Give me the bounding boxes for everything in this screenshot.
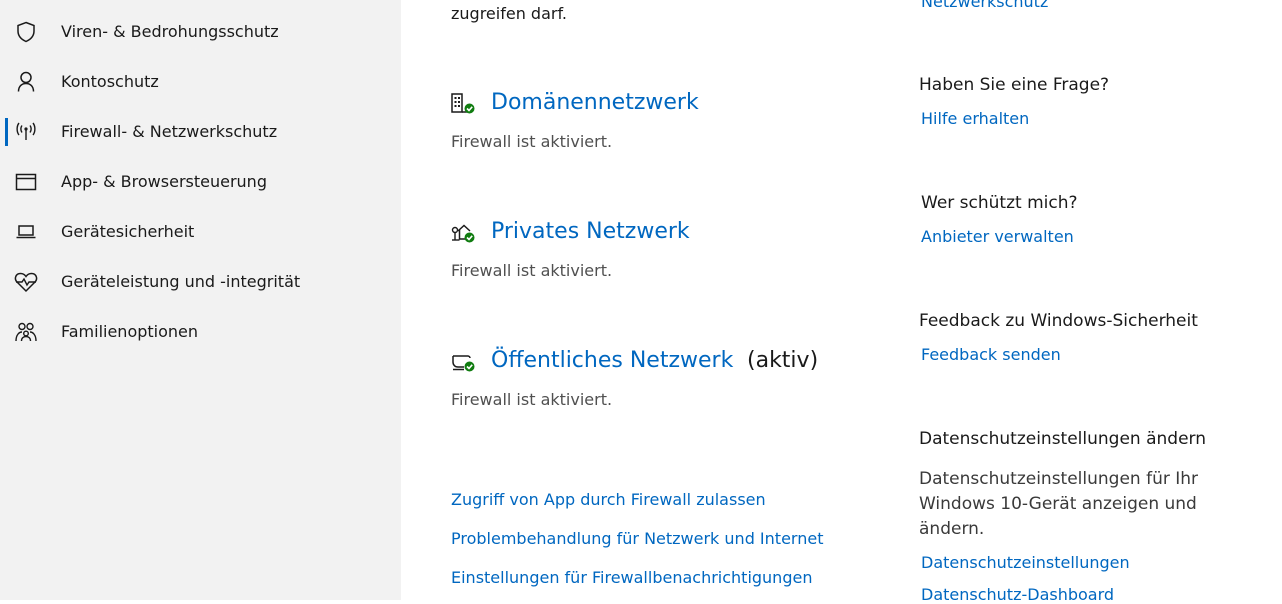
feedback-heading: Feedback zu Windows-Sicherheit — [919, 311, 1198, 331]
privacy-description: Datenschutzeinstellungen für Ihr Windows… — [919, 469, 1199, 539]
sidebar: Viren- & Bedrohungsschutz Kontoschutz Fi… — [0, 0, 401, 600]
laptop-icon — [14, 220, 38, 244]
main-content: zugreifen darf. Domänennetzwerk Firewall… — [401, 0, 1282, 604]
firewall-notification-settings-link[interactable]: Einstellungen für Firewallbenachrichtigu… — [451, 568, 812, 587]
wireless-icon — [14, 120, 38, 144]
sidebar-item-account-protection[interactable]: Kontoschutz — [0, 62, 401, 102]
sidebar-item-label: Familienoptionen — [61, 322, 199, 341]
network-protection-link[interactable]: Netzwerkschutz — [921, 0, 1048, 11]
question-heading: Haben Sie eine Frage? — [919, 75, 1110, 95]
browser-window-icon — [14, 170, 38, 194]
who-protects-heading: Wer schützt mich? — [921, 193, 1078, 213]
public-network-icon — [450, 349, 476, 375]
get-help-link[interactable]: Hilfe erhalten — [921, 109, 1029, 128]
sidebar-item-label: Firewall- & Netzwerkschutz — [61, 122, 278, 141]
sidebar-item-label: Geräteleistung und -integrität — [61, 272, 301, 291]
sidebar-item-virus-protection[interactable]: Viren- & Bedrohungsschutz — [0, 12, 401, 52]
sidebar-item-device-security[interactable]: Gerätesicherheit — [0, 212, 401, 252]
shield-icon — [14, 20, 38, 44]
sidebar-item-label: Kontoschutz — [61, 72, 159, 91]
public-network-status: Firewall ist aktiviert. — [451, 390, 613, 409]
sidebar-item-device-performance[interactable]: Geräteleistung und -integrität — [0, 262, 401, 302]
person-icon — [14, 70, 38, 94]
public-network-link[interactable]: Öffentliches Netzwerk — [491, 348, 733, 373]
domain-network-icon — [450, 91, 476, 117]
sidebar-item-family-options[interactable]: Familienoptionen — [0, 312, 401, 352]
allow-app-firewall-link[interactable]: Zugriff von App durch Firewall zulassen — [451, 490, 766, 509]
private-network-icon — [450, 220, 476, 246]
domain-network-status: Firewall ist aktiviert. — [451, 132, 613, 151]
send-feedback-link[interactable]: Feedback senden — [921, 345, 1061, 364]
private-network-status: Firewall ist aktiviert. — [451, 261, 613, 280]
privacy-heading: Datenschutzeinstellungen ändern — [919, 429, 1207, 449]
network-troubleshoot-link[interactable]: Problembehandlung für Netzwerk und Inter… — [451, 529, 823, 548]
sidebar-item-label: Gerätesicherheit — [61, 222, 195, 241]
active-network-tag: (aktiv) — [747, 348, 819, 373]
privacy-dashboard-link[interactable]: Datenschutz-Dashboard — [921, 585, 1114, 604]
sidebar-item-app-browser-control[interactable]: App- & Browsersteuerung — [0, 162, 401, 202]
intro-text: zugreifen darf. — [451, 4, 568, 23]
privacy-settings-link[interactable]: Datenschutzeinstellungen — [921, 553, 1130, 572]
family-icon — [14, 320, 38, 344]
manage-providers-link[interactable]: Anbieter verwalten — [921, 227, 1074, 246]
domain-network-link[interactable]: Domänennetzwerk — [491, 90, 699, 115]
sidebar-item-label: App- & Browsersteuerung — [61, 172, 267, 191]
private-network-link[interactable]: Privates Netzwerk — [491, 219, 690, 244]
sidebar-item-label: Viren- & Bedrohungsschutz — [61, 22, 279, 41]
heart-pulse-icon — [14, 270, 38, 294]
sidebar-item-firewall[interactable]: Firewall- & Netzwerkschutz — [0, 112, 401, 152]
selection-indicator — [5, 118, 8, 146]
